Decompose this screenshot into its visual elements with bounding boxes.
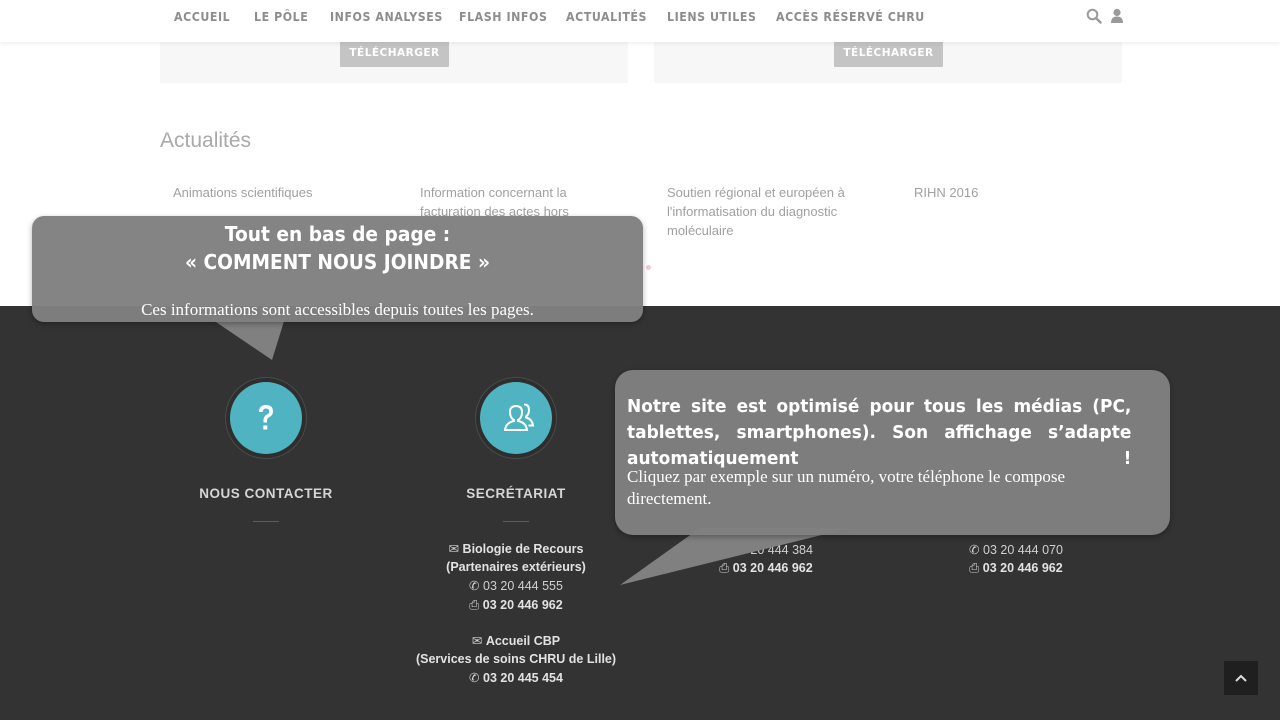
scroll-to-top-button[interactable] bbox=[1224, 661, 1258, 695]
phone-icon: ✆ bbox=[469, 671, 480, 685]
cbp-sub: (Services de soins CHRU de Lille) bbox=[415, 652, 617, 666]
chevron-up-icon bbox=[1235, 674, 1247, 682]
divider bbox=[503, 521, 529, 522]
top-navigation: ACCUEIL LE PÔLE INFOS ANALYSES FLASH INF… bbox=[0, 0, 1280, 42]
printer-icon: ⎙ bbox=[469, 598, 480, 612]
callout-body: Ces informations sont accessibles depuis… bbox=[141, 300, 534, 319]
phone-icon: ✆ bbox=[719, 543, 730, 557]
callout-heading-line1: Tout en bas de page : bbox=[224, 222, 451, 246]
nav-item-flash-infos[interactable]: FLASH INFOS bbox=[459, 10, 547, 24]
phone-icon: ✆ bbox=[469, 579, 480, 593]
contact-title: NOUS CONTACTER bbox=[199, 486, 333, 501]
cbp-name[interactable]: ✉ Accueil CBP bbox=[406, 632, 626, 651]
users-icon bbox=[480, 382, 552, 454]
nav-item-infos-analyses[interactable]: INFOS ANALYSES bbox=[330, 10, 443, 24]
nav-item-liens-utiles[interactable]: LIENS UTILES bbox=[667, 10, 756, 24]
cbp-phone[interactable]: ✆ 03 20 445 454 bbox=[406, 669, 626, 688]
phone-icon: ✆ bbox=[969, 543, 980, 557]
printer-icon: ⎙ bbox=[719, 561, 730, 575]
search-icon[interactable] bbox=[1086, 8, 1102, 29]
news-item[interactable]: Soutien régional et européen à l'informa… bbox=[667, 183, 867, 240]
download-button[interactable]: TÉLÉCHARGER bbox=[340, 40, 449, 67]
envelope-icon: ✉ bbox=[448, 542, 460, 556]
news-section-title: Actualités bbox=[160, 129, 252, 152]
nav-item-le-pole[interactable]: LE PÔLE bbox=[254, 10, 308, 24]
recours-fax[interactable]: ⎙ 03 20 446 962 bbox=[406, 596, 626, 615]
nav-item-actualites[interactable]: ACTUALITÉS bbox=[566, 10, 647, 24]
secretariat-circle bbox=[475, 377, 557, 459]
user-icon[interactable] bbox=[1110, 8, 1124, 29]
col4-fax[interactable]: ⎙ 03 20 446 962 bbox=[906, 559, 1126, 578]
nav-item-accueil[interactable]: ACCUEIL bbox=[174, 10, 230, 24]
news-item[interactable]: RIHN 2016 bbox=[914, 183, 1114, 202]
secretariat-title: SECRÉTARIAT bbox=[466, 486, 566, 501]
recours-name[interactable]: ✉ Biologie de Recours bbox=[406, 540, 626, 559]
callout-body: Cliquez par exemple sur un numéro, votre… bbox=[627, 467, 1066, 508]
nav-item-acces-reserve[interactable]: ACCÈS RÉSERVÉ CHRU bbox=[776, 10, 925, 24]
col3-fax[interactable]: ⎙ 03 20 446 962 bbox=[656, 559, 876, 578]
callout-responsive-info: Notre site est optimisé pour tous les mé… bbox=[615, 370, 1170, 535]
contact-circle bbox=[225, 377, 307, 459]
news-item[interactable]: Animations scientifiques bbox=[173, 183, 373, 202]
carousel-dot[interactable] bbox=[646, 265, 651, 270]
callout-heading-line2: « COMMENT NOUS JOINDRE » bbox=[185, 250, 490, 274]
envelope-icon: ✉ bbox=[471, 634, 483, 648]
col4-phone[interactable]: ✆ 03 20 444 070 bbox=[906, 541, 1126, 560]
recours-phone[interactable]: ✆ 03 20 444 555 bbox=[406, 577, 626, 596]
callout-footer-info: Tout en bas de page : « COMMENT NOUS JOI… bbox=[32, 216, 643, 322]
callout-headline: Notre site est optimisé pour tous les mé… bbox=[627, 397, 1132, 469]
divider bbox=[253, 521, 279, 522]
question-icon bbox=[230, 382, 302, 454]
printer-icon: ⎙ bbox=[969, 561, 980, 575]
col3-phone[interactable]: ✆ 03 20 444 384 bbox=[656, 541, 876, 560]
download-button[interactable]: TÉLÉCHARGER bbox=[834, 40, 943, 67]
recours-sub: (Partenaires extérieurs) bbox=[446, 560, 586, 574]
